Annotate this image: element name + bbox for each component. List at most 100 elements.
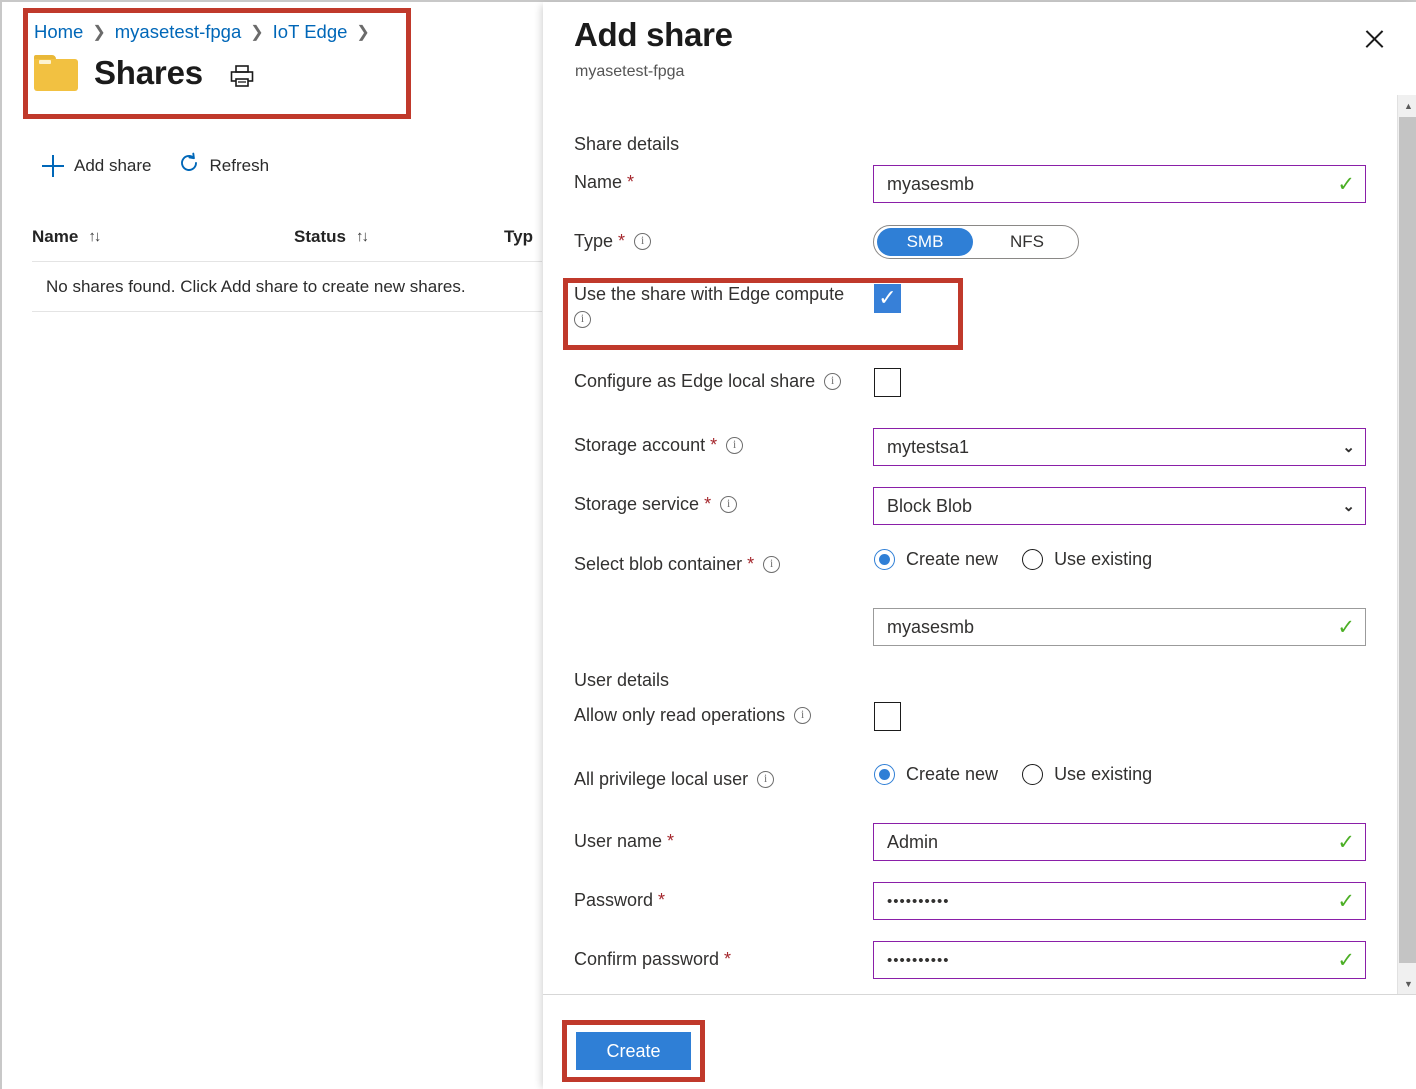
- page-header: Shares: [34, 54, 255, 92]
- privileged-user-label: All privilege local user i: [574, 769, 774, 790]
- printer-icon[interactable]: [229, 64, 255, 88]
- refresh-button[interactable]: Refresh: [178, 152, 270, 179]
- add-share-panel: Add share myasetest-fpga Share details N…: [543, 2, 1416, 1089]
- user-name-input[interactable]: Admin ✓: [873, 823, 1366, 861]
- blob-container-radio-group: Create new Use existing: [874, 549, 1152, 570]
- refresh-label: Refresh: [210, 156, 270, 176]
- privileged-user-radio-use-existing[interactable]: Use existing: [1022, 764, 1152, 785]
- page-title: Shares: [94, 54, 203, 92]
- storage-account-value: mytestsa1: [887, 437, 1334, 458]
- breadcrumb-separator-icon: ❯: [249, 22, 264, 42]
- info-icon[interactable]: i: [757, 771, 774, 788]
- radio-dot-icon: [1022, 549, 1043, 570]
- column-header-name[interactable]: Name ↑↓: [32, 227, 294, 247]
- required-marker: *: [724, 949, 731, 970]
- chevron-down-icon: ⌄: [1342, 497, 1355, 515]
- confirm-password-input[interactable]: •••••••••• ✓: [873, 941, 1366, 979]
- add-share-button[interactable]: Add share: [42, 155, 152, 177]
- info-icon[interactable]: i: [720, 496, 737, 513]
- breadcrumb-item-home[interactable]: Home: [34, 21, 83, 43]
- column-header-type[interactable]: Typ: [504, 227, 533, 247]
- info-icon[interactable]: i: [726, 437, 743, 454]
- breadcrumb: Home ❯ myasetest-fpga ❯ IoT Edge ❯: [34, 19, 371, 45]
- blob-container-name-input[interactable]: myasesmb ✓: [873, 608, 1366, 646]
- valid-check-icon: ✓: [1337, 174, 1355, 195]
- name-label: Name *: [574, 172, 634, 193]
- command-bar: Add share Refresh: [42, 152, 269, 179]
- add-share-label: Add share: [74, 156, 152, 176]
- scroll-up-button[interactable]: ▲: [1398, 95, 1416, 116]
- type-toggle[interactable]: SMB NFS: [873, 225, 1079, 259]
- edge-compute-label: Use the share with Edge compute i: [574, 284, 874, 328]
- edge-compute-checkbox[interactable]: [874, 284, 901, 313]
- share-details-heading: Share details: [574, 134, 679, 155]
- read-only-label: Allow only read operations i: [574, 705, 811, 726]
- password-label: Password *: [574, 890, 665, 911]
- valid-check-icon: ✓: [1337, 617, 1355, 638]
- chevron-down-icon: ⌄: [1342, 438, 1355, 456]
- type-label: Type * i: [574, 231, 651, 252]
- info-icon[interactable]: i: [824, 373, 841, 390]
- panel-subtitle: myasetest-fpga: [575, 63, 684, 81]
- user-name-label: User name *: [574, 831, 674, 852]
- user-details-heading: User details: [574, 670, 669, 691]
- storage-service-dropdown[interactable]: Block Blob ⌄: [873, 487, 1366, 525]
- breadcrumb-separator-icon: ❯: [355, 22, 370, 42]
- shares-page: Home ❯ myasetest-fpga ❯ IoT Edge ❯ Share…: [2, 2, 542, 1089]
- scrollbar-thumb[interactable]: [1399, 117, 1416, 963]
- privileged-user-radio-group: Create new Use existing: [874, 764, 1152, 785]
- scroll-down-button[interactable]: ▼: [1398, 973, 1416, 994]
- radio-dot-icon: [1022, 764, 1043, 785]
- create-button[interactable]: Create: [576, 1032, 691, 1070]
- info-icon[interactable]: i: [574, 311, 591, 328]
- shares-table: Name ↑↓ Status ↑↓ Typ No shares found. C…: [32, 212, 542, 312]
- valid-check-icon: ✓: [1337, 891, 1355, 912]
- radio-dot-icon: [874, 764, 895, 785]
- plus-icon: [42, 155, 64, 177]
- panel-title: Add share: [574, 16, 733, 54]
- name-input[interactable]: myasesmb ✓: [873, 165, 1366, 203]
- edge-local-checkbox[interactable]: [874, 368, 901, 397]
- user-name-value: Admin: [887, 832, 1329, 853]
- table-header-row: Name ↑↓ Status ↑↓ Typ: [32, 212, 542, 262]
- breadcrumb-item-resource[interactable]: myasetest-fpga: [115, 21, 241, 43]
- column-header-status[interactable]: Status ↑↓: [294, 227, 504, 247]
- blob-container-radio-create-new[interactable]: Create new: [874, 549, 998, 570]
- blob-container-radio-use-existing[interactable]: Use existing: [1022, 549, 1152, 570]
- storage-service-value: Block Blob: [887, 496, 1334, 517]
- radio-dot-icon: [874, 549, 895, 570]
- close-icon[interactable]: [1359, 24, 1389, 54]
- password-input[interactable]: •••••••••• ✓: [873, 882, 1366, 920]
- storage-service-label: Storage service * i: [574, 494, 737, 515]
- panel-body: Share details Name * myasesmb ✓ Type * i…: [543, 94, 1398, 994]
- required-marker: *: [627, 172, 634, 193]
- blob-container-label: Select blob container * i: [574, 554, 780, 575]
- valid-check-icon: ✓: [1337, 832, 1355, 853]
- type-option-smb[interactable]: SMB: [877, 228, 973, 256]
- required-marker: *: [667, 831, 674, 852]
- folder-icon: [34, 55, 78, 91]
- sort-icon[interactable]: ↑↓: [356, 228, 367, 245]
- privileged-user-radio-create-new[interactable]: Create new: [874, 764, 998, 785]
- table-empty-message: No shares found. Click Add share to crea…: [32, 262, 542, 312]
- required-marker: *: [710, 435, 717, 456]
- required-marker: *: [747, 554, 754, 575]
- edge-local-label: Configure as Edge local share i: [574, 371, 841, 392]
- password-value: ••••••••••: [887, 893, 1329, 910]
- type-option-nfs[interactable]: NFS: [979, 228, 1075, 256]
- info-icon[interactable]: i: [794, 707, 811, 724]
- info-icon[interactable]: i: [634, 233, 651, 250]
- required-marker: *: [658, 890, 665, 911]
- panel-scrollbar[interactable]: ▲ ▼: [1397, 95, 1416, 994]
- screen: Home ❯ myasetest-fpga ❯ IoT Edge ❯ Share…: [0, 0, 1416, 1089]
- panel-footer-separator: [543, 994, 1416, 995]
- required-marker: *: [618, 231, 625, 252]
- info-icon[interactable]: i: [763, 556, 780, 573]
- sort-icon[interactable]: ↑↓: [88, 228, 99, 245]
- required-marker: *: [704, 494, 711, 515]
- read-only-checkbox[interactable]: [874, 702, 901, 731]
- confirm-password-label: Confirm password *: [574, 949, 731, 970]
- breadcrumb-item-iot-edge[interactable]: IoT Edge: [273, 21, 348, 43]
- storage-account-dropdown[interactable]: mytestsa1 ⌄: [873, 428, 1366, 466]
- storage-account-label: Storage account * i: [574, 435, 743, 456]
